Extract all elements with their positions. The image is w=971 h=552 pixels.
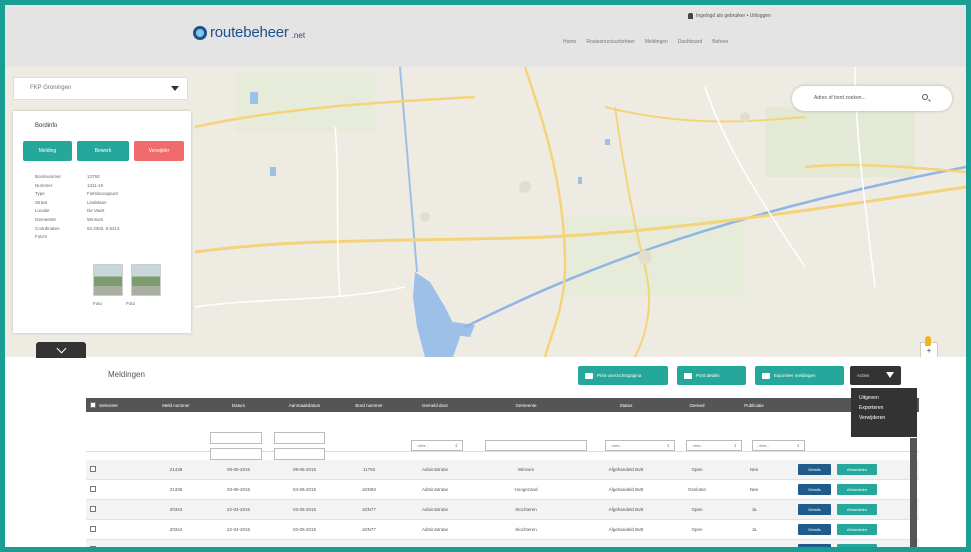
nav-home[interactable]: Home (563, 39, 576, 45)
col-status[interactable]: Status (582, 403, 670, 408)
col-gemeld-door[interactable]: Gemeld door (400, 403, 470, 408)
info-row: Foto's (35, 234, 48, 240)
print-icon (684, 372, 692, 379)
bord-info-panel: Bordinfo Melding Bewerk Verwijder Bordnu… (13, 111, 191, 333)
col-gereed[interactable]: Gereed (670, 403, 724, 408)
main-nav: Home Routestructuurbeheer Meldingen Dash… (563, 39, 728, 45)
print-icon (762, 372, 770, 379)
gemeld-door-filter[interactable]: - kies - ⇕ (411, 440, 463, 451)
logo-suffix: .net (291, 30, 306, 40)
export-button[interactable]: Exporteer meldingen (755, 366, 844, 385)
print-details-button[interactable]: Print details (677, 366, 746, 385)
info-row: Type Fietsknooppunt (35, 191, 118, 197)
created-filter-from[interactable] (274, 432, 325, 444)
chevron-down-icon (56, 343, 66, 353)
info-row: Gemeente Winsum (35, 216, 104, 222)
collapse-panel-button[interactable] (36, 342, 86, 358)
logo-icon (193, 25, 207, 40)
table-header: Selecteer Meld nummer Datum Aanmaakdatum… (86, 398, 919, 412)
select-all-checkbox[interactable] (90, 402, 96, 408)
user-link[interactable]: Ingelogd als gebruiker • Uitloggen (688, 13, 771, 19)
info-title: Bordinfo (35, 123, 58, 129)
info-row: Coördinaten 53.3302, 6.5213 (35, 225, 120, 231)
verwijder-button[interactable]: Verwijder (134, 141, 184, 161)
col-aanmaakdatum[interactable]: Aanmaakdatum (271, 403, 338, 408)
date-filter-to[interactable] (210, 448, 262, 460)
meldingen-title: Meldingen (108, 370, 145, 379)
nav-beheer[interactable]: Beheer (712, 39, 728, 45)
details-button[interactable]: Details (798, 464, 831, 475)
map-search-input[interactable]: Adres of bord zoeken... (792, 86, 952, 111)
print-overview-button[interactable]: Print overzichtspagina (578, 366, 668, 385)
photo-gallery (93, 264, 161, 296)
table-row: 21438 09-06-2015 09-06-2015 11793 Admini… (86, 460, 919, 480)
details-button[interactable]: Details (798, 544, 831, 547)
gemeente-filter[interactable] (485, 440, 587, 451)
info-rows: Bordnummer 13793 Nummer 1311-19 Type Fietsk… (35, 174, 120, 243)
logo-text: routebeheer (210, 24, 289, 41)
col-bordnummer[interactable]: Bord nummer (338, 403, 400, 408)
filter-row: - kies - ⇕ - kies - ⇕ - kies - ⇕ - kies - ⇕ (86, 412, 919, 460)
info-row: Straat Lindelaan (35, 199, 107, 205)
bord-photo[interactable] (131, 264, 161, 296)
print-icon (585, 372, 593, 379)
table-body: 21438 09-06-2015 09-06-2015 11793 Admini… (86, 460, 919, 547)
col-meldnummer[interactable]: Meld nummer (146, 403, 206, 408)
menu-item-exporteren[interactable]: Exporteren (859, 403, 917, 413)
logo[interactable]: routebeheer .net (193, 24, 305, 41)
details-button[interactable]: Details (798, 484, 831, 495)
details-button[interactable]: Details (798, 524, 831, 535)
col-gemeente[interactable]: Gemeente (470, 403, 582, 408)
row-checkbox[interactable] (90, 506, 96, 512)
meldingen-table: Selecteer Meld nummer Datum Aanmaakdatum… (86, 398, 919, 547)
menu-item-verwijderen[interactable]: Verwijderen (859, 413, 917, 423)
afhandelen-button[interactable]: Afhandelen (837, 484, 877, 495)
created-filter-to[interactable] (274, 448, 325, 460)
info-row: Bordnummer 13793 (35, 174, 100, 179)
afhandelen-button[interactable]: Afhandelen (837, 544, 877, 547)
table-row: 20344 22-04-2015 03-05-2015 xDN77 Admini… (86, 500, 919, 520)
date-filter-from[interactable] (210, 432, 262, 444)
bord-photo[interactable] (93, 264, 123, 296)
caret-down-icon (886, 372, 894, 378)
user-icon (688, 13, 693, 19)
nav-meldingen[interactable]: Meldingen (645, 39, 668, 45)
table-row: 21336 03-06-2015 04-06-2015 xDN93 Admini… (86, 480, 919, 500)
header: routebeheer .net Ingelogd als gebruiker … (5, 5, 966, 67)
gereed-filter[interactable]: - kies - ⇕ (686, 440, 742, 451)
row-checkbox[interactable] (90, 546, 96, 547)
street-view-pegman-icon[interactable] (925, 336, 931, 346)
row-checkbox[interactable] (90, 466, 96, 472)
afhandelen-button[interactable]: Afhandelen (837, 524, 877, 535)
col-datum[interactable]: Datum (206, 403, 271, 408)
nav-routestructuur[interactable]: Routestructuurbeheer (586, 39, 634, 45)
area-select[interactable]: FKP Groningen (13, 77, 188, 100)
chevron-down-icon (171, 86, 179, 91)
afhandelen-button[interactable]: Afhandelen (837, 464, 877, 475)
bewerk-button[interactable]: Bewerk (77, 141, 129, 161)
search-icon[interactable] (922, 94, 928, 100)
table-row: 20344 22-04-2015 03-05-2015 xDN77 Admini… (86, 540, 919, 547)
acties-menu: Uitgeven Exporteren Verwijderen (851, 388, 917, 437)
publicatie-filter[interactable]: - kies - ⇕ (752, 440, 805, 451)
table-row: 20344 22-04-2015 03-05-2015 xDN77 Admini… (86, 520, 919, 540)
melding-button[interactable]: Melding (23, 141, 72, 161)
menu-item-uitgeven[interactable]: Uitgeven (859, 393, 917, 403)
info-row: Nummer 1311-19 (35, 182, 104, 188)
info-row: Locatie De Vaart (35, 208, 105, 214)
nav-dashboard[interactable]: Dashboard (678, 39, 702, 45)
afhandelen-button[interactable]: Afhandelen (837, 504, 877, 515)
app-frame: routebeheer .net Ingelogd als gebruiker … (0, 0, 971, 552)
acties-dropdown[interactable]: Acties (850, 366, 901, 385)
col-publicatie[interactable]: Publicatie (724, 403, 784, 408)
details-button[interactable]: Details (798, 504, 831, 515)
photo-labels: Foto Foto (93, 301, 136, 306)
row-checkbox[interactable] (90, 526, 96, 532)
status-filter[interactable]: - kies - ⇕ (605, 440, 675, 451)
scrollbar[interactable] (910, 438, 917, 547)
row-checkbox[interactable] (90, 486, 96, 492)
